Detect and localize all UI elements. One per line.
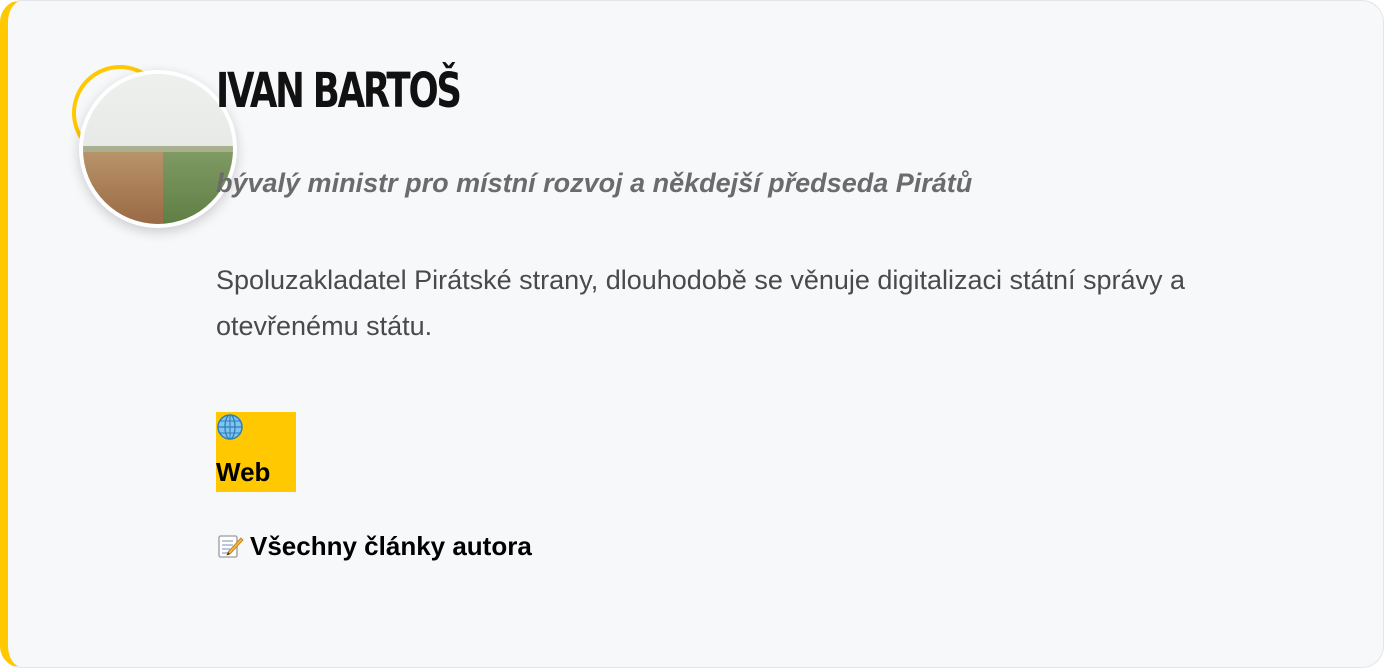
avatar-photo-icon xyxy=(83,74,233,224)
author-name: IVAN BARTOŠ xyxy=(216,63,462,119)
memo-icon xyxy=(218,535,244,558)
all-articles-label: Všechny články autora xyxy=(250,531,532,561)
author-role: bývalý ministr pro místní rozvoj a někde… xyxy=(216,168,973,198)
avatar xyxy=(79,70,237,228)
web-link-button[interactable]: Web xyxy=(216,412,296,492)
author-card: IVAN BARTOŠ bývalý ministr pro místní ro… xyxy=(0,0,1384,668)
globe-icon xyxy=(217,414,243,440)
web-link-label: Web xyxy=(216,457,271,487)
all-articles-link[interactable]: Všechny články autora xyxy=(216,528,532,564)
author-bio: Spoluzakladatel Pirátské strany, dlouhod… xyxy=(216,265,1186,341)
